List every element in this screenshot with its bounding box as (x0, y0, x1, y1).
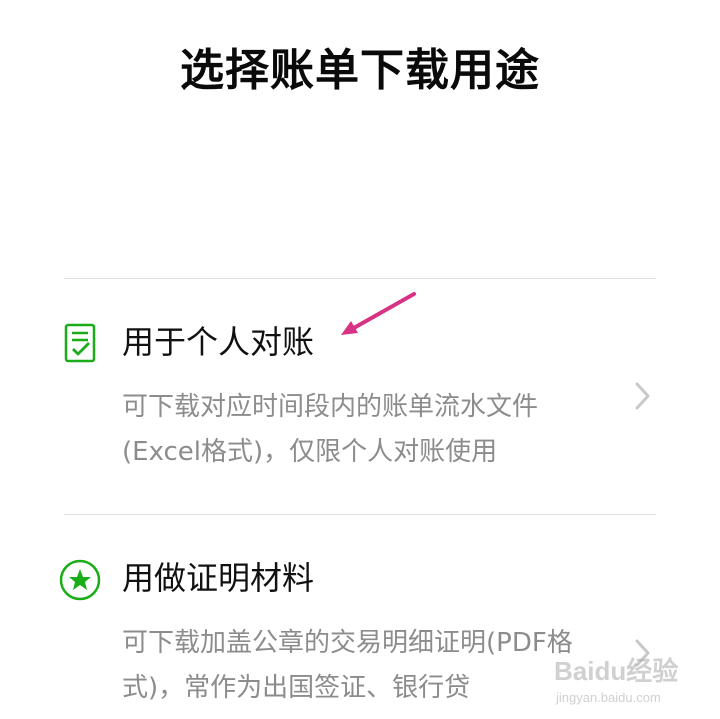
chevron-right-icon (635, 382, 650, 410)
option-description: 可下载对应时间段内的账单流水文件(Excel格式)，仅限个人对账使用 (122, 392, 539, 467)
annotation-arrow-icon (341, 292, 416, 335)
watermark-brand: Baidu经验 (554, 656, 678, 686)
watermark-url: jingyan.baidu.com (555, 690, 661, 705)
option-title: 用于个人对账 (122, 323, 315, 361)
watermark-logo: Baidu经验 jingyan.baidu.com (554, 656, 678, 705)
option-title: 用做证明材料 (122, 559, 315, 597)
star-circle-icon (59, 559, 101, 601)
document-check-icon (64, 323, 96, 363)
page-title: 选择账单下载用途 (180, 45, 540, 96)
option-description: 可下载加盖公章的交易明细证明(PDF格式)，常作为出国签证、银行贷 (122, 628, 573, 703)
